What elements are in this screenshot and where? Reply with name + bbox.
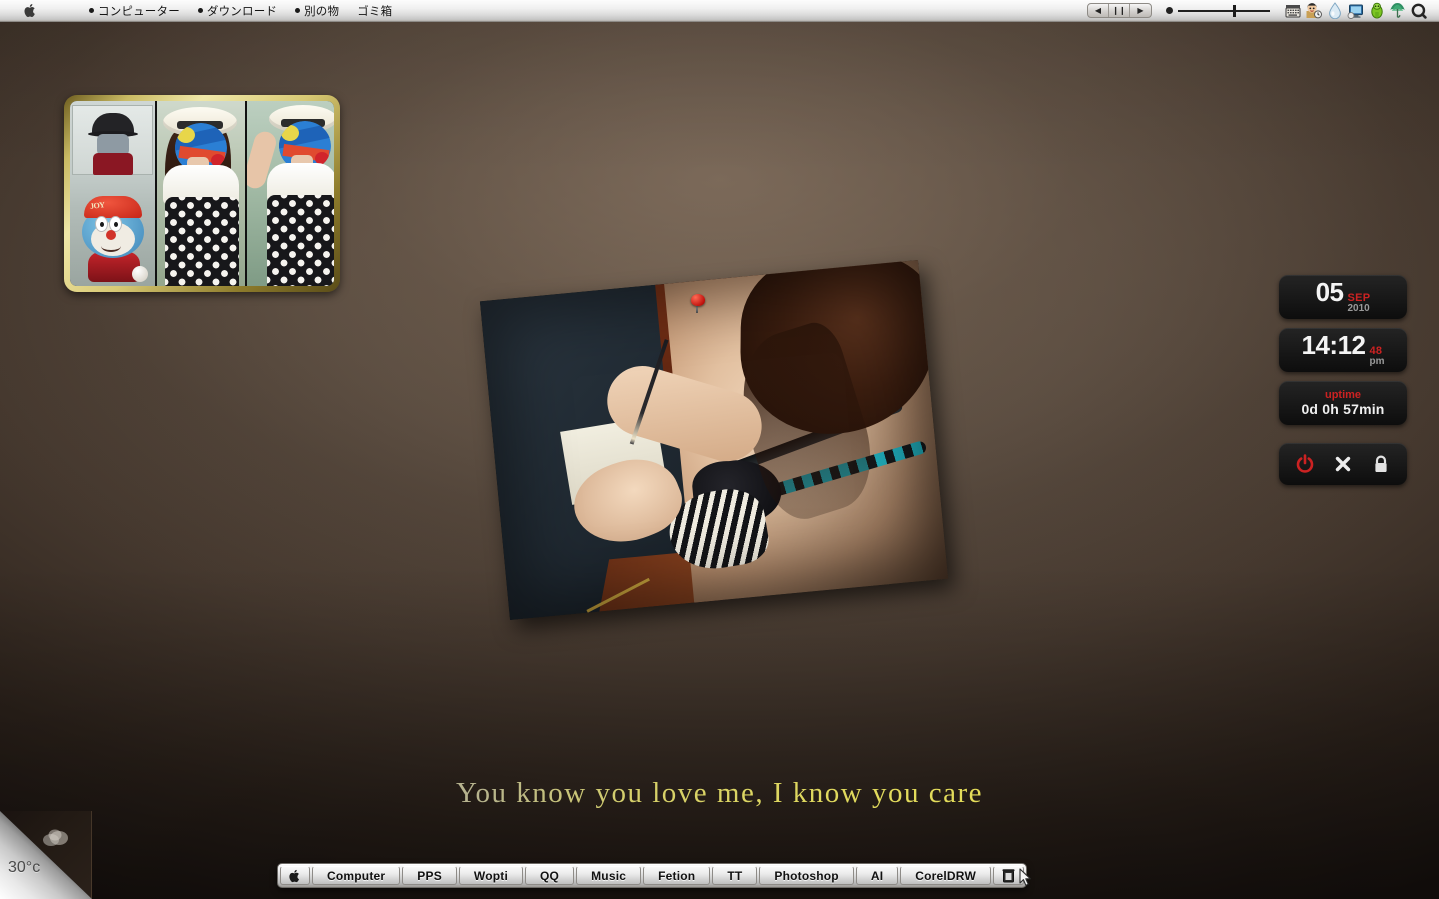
menu-bar: コンピューター ダウンロード 別の物 ゴミ箱 ◀ ❙❙ ▶ [0,0,1439,22]
dock-item-coreldrw[interactable]: CorelDRW [900,866,991,885]
menu-item-label: コンピューター [98,5,180,18]
dock-item-ai[interactable]: AI [855,866,899,885]
user-avatar-icon[interactable] [1305,2,1322,19]
media-previous-button[interactable]: ◀ [1088,4,1109,17]
menu-item-label: 別の物 [304,5,340,18]
uptime-widget[interactable]: uptime 0d 0h 57min [1279,381,1407,425]
menu-item-trash[interactable]: ゴミ箱 [348,2,401,20]
dock-item-pps[interactable]: PPS [402,866,457,885]
cap-text: JOY [89,200,105,211]
menu-item-other[interactable]: 別の物 [286,2,348,20]
desktop-wallpaper: JOY You know you love me, I know you car… [0,22,1439,899]
display-monitor-icon[interactable] [1347,2,1364,19]
cloud-icon [42,827,70,852]
pinned-desk-photo[interactable] [479,260,949,620]
media-next-button[interactable]: ▶ [1130,4,1151,17]
collage-pane-girl-2 [246,101,334,286]
widget-stack: 05 SEP 2010 14:12 48 pm uptime 0d 0h 57m… [1279,275,1407,485]
dock: Computer PPS Wopti QQ Music Fetion TT Ph… [277,863,1027,888]
volume-slider[interactable] [1166,4,1270,17]
uptime-value: 0d 0h 57min [1301,401,1385,418]
bullet-icon [295,8,301,13]
desktop-tagline-text: You know you love me, I know you care [0,777,1439,810]
keyboard-input-icon[interactable] [1284,2,1301,19]
dock-item-qq[interactable]: QQ [525,866,575,885]
clock-seconds: 48 [1369,344,1383,357]
green-figure-icon[interactable] [1368,2,1385,19]
menu-item-label: ダウンロード [206,5,278,18]
logout-button[interactable] [1331,452,1355,476]
menu-item-downloads[interactable]: ダウンロード [189,2,286,20]
collage-inner: JOY [70,101,334,286]
lock-button[interactable] [1369,452,1393,476]
red-pushpin-icon [690,294,706,314]
photo-collage-widget[interactable]: JOY [64,95,340,292]
apple-logo-icon [289,869,299,882]
water-drop-icon[interactable] [1326,2,1343,19]
mouse-cursor [1019,868,1032,892]
volume-knob[interactable] [1233,4,1236,17]
date-year: 2010 [1347,302,1370,314]
dock-item-wopti[interactable]: Wopti [458,866,524,885]
menu-bar-items: コンピューター ダウンロード 別の物 ゴミ箱 [80,2,401,20]
dock-item-tt[interactable]: TT [712,866,758,885]
clock-widget[interactable]: 14:12 48 pm [1279,328,1407,372]
doraemon-plush-toy: JOY [76,192,150,284]
media-pause-button[interactable]: ❙❙ [1109,4,1130,17]
pinned-photo-container[interactable] [479,260,949,632]
volume-icon [1166,7,1173,14]
dock-item-photoshop[interactable]: Photoshop [759,866,854,885]
uptime-label: uptime [1324,388,1362,401]
dock-item-fetion[interactable]: Fetion [643,866,711,885]
menu-bar-status-area: ◀ ❙❙ ▶ [1087,2,1439,19]
menu-item-label: ゴミ箱 [357,5,393,18]
spotlight-search-icon[interactable] [1410,2,1427,19]
dock-item-music[interactable]: Music [576,866,642,885]
menu-item-computer[interactable]: コンピューター [80,2,189,20]
dock-item-apple[interactable] [280,866,310,885]
shutdown-button[interactable] [1293,452,1317,476]
dock-item-computer[interactable]: Computer [312,866,401,885]
apple-logo-icon [23,3,35,18]
power-controls-widget [1279,443,1407,485]
clock-meridiem: pm [1369,355,1385,367]
bullet-icon [89,8,94,13]
clock-time: 14:12 [1301,329,1367,360]
bullet-icon [197,8,203,13]
umbrella-tree-icon[interactable] [1389,2,1406,19]
media-controls: ◀ ❙❙ ▶ [1087,3,1152,18]
trash-icon [1002,869,1015,883]
date-widget[interactable]: 05 SEP 2010 [1279,275,1407,319]
date-month: SEP [1347,291,1371,304]
collage-pane-girl-1 [157,101,245,286]
weather-corner-widget[interactable]: 30°c [0,811,92,899]
apple-menu-button[interactable] [22,3,38,19]
date-day: 05 [1315,276,1344,307]
volume-track[interactable] [1178,4,1270,17]
collage-pane-plush-toys: JOY [70,101,155,286]
plush-toy-with-black-hat [88,113,138,175]
temperature-value: 30°c [8,859,41,876]
